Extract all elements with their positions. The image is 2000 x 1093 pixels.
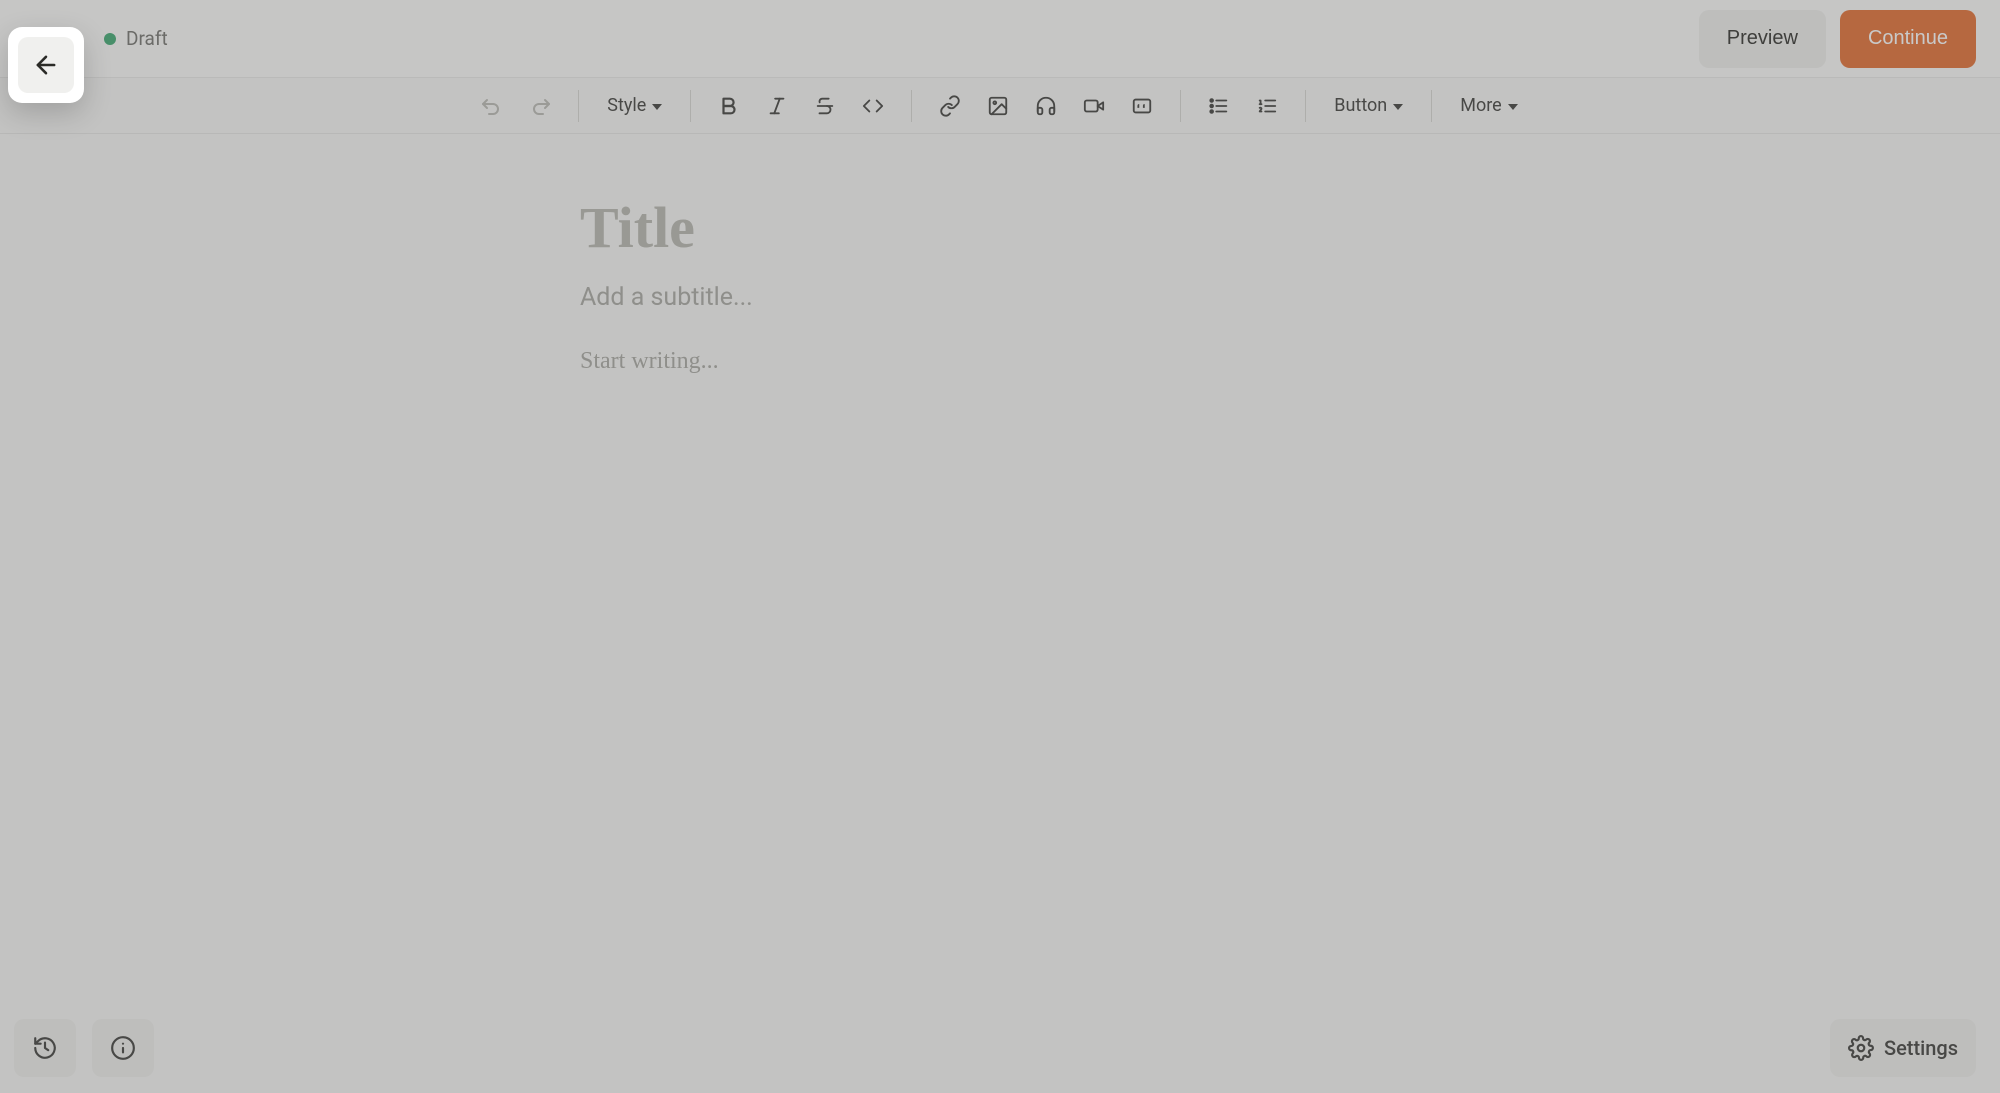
footer-left <box>14 1019 154 1077</box>
status-label: Draft <box>126 27 168 50</box>
toolbar-group-format <box>691 86 911 126</box>
gear-icon <box>1848 1035 1874 1061</box>
undo-icon <box>480 94 504 118</box>
footer-right: Settings <box>1830 1019 1976 1077</box>
link-button[interactable] <box>930 86 970 126</box>
style-dropdown-label: Style <box>607 95 646 116</box>
code-icon <box>862 95 884 117</box>
undo-button[interactable] <box>472 86 512 126</box>
chevron-down-icon <box>1393 104 1403 110</box>
editor-content: Title Add a subtitle... Start writing... <box>540 194 1460 375</box>
image-icon <box>987 95 1009 117</box>
strikethrough-icon <box>814 95 836 117</box>
numbered-list-icon <box>1256 95 1278 117</box>
numbered-list-button[interactable] <box>1247 86 1287 126</box>
code-button[interactable] <box>853 86 893 126</box>
editor-area: Title Add a subtitle... Start writing... <box>0 134 2000 1093</box>
back-button[interactable] <box>18 37 74 93</box>
arrow-left-icon <box>32 51 60 79</box>
more-dropdown-label: More <box>1460 95 1501 116</box>
style-dropdown[interactable]: Style <box>597 86 672 126</box>
body-input[interactable]: Start writing... <box>580 348 1420 375</box>
toolbar-group-insert <box>912 86 1180 126</box>
redo-button[interactable] <box>520 86 560 126</box>
toolbar-group-more: More <box>1432 86 1545 126</box>
editor-header: Draft Preview Continue <box>0 0 2000 78</box>
status-dot-icon <box>104 33 116 45</box>
bold-icon <box>718 95 740 117</box>
header-right: Preview Continue <box>1699 10 1976 68</box>
headphones-icon <box>1035 95 1057 117</box>
history-button[interactable] <box>14 1019 76 1077</box>
video-button[interactable] <box>1074 86 1114 126</box>
back-button-popup <box>8 27 84 103</box>
bullet-list-button[interactable] <box>1199 86 1239 126</box>
strikethrough-button[interactable] <box>805 86 845 126</box>
audio-button[interactable] <box>1026 86 1066 126</box>
image-button[interactable] <box>978 86 1018 126</box>
chevron-down-icon <box>652 104 662 110</box>
header-left: Draft <box>24 27 168 50</box>
history-icon <box>32 1035 58 1061</box>
toolbar-group-list <box>1181 86 1305 126</box>
settings-button-label: Settings <box>1884 1036 1958 1060</box>
button-dropdown[interactable]: Button <box>1324 86 1413 126</box>
quote-icon <box>1131 95 1153 117</box>
toolbar-group-history <box>454 86 578 126</box>
title-input[interactable]: Title <box>580 194 1420 261</box>
bullet-list-icon <box>1208 95 1230 117</box>
help-button[interactable] <box>92 1019 154 1077</box>
quote-button[interactable] <box>1122 86 1162 126</box>
preview-button[interactable]: Preview <box>1699 10 1826 68</box>
toolbar-group-style: Style <box>579 86 690 126</box>
toolbar-group-button: Button <box>1306 86 1431 126</box>
info-icon <box>110 1035 136 1061</box>
redo-icon <box>528 94 552 118</box>
chevron-down-icon <box>1508 104 1518 110</box>
bold-button[interactable] <box>709 86 749 126</box>
settings-button[interactable]: Settings <box>1830 1019 1976 1077</box>
continue-button[interactable]: Continue <box>1840 10 1976 68</box>
draft-status: Draft <box>104 27 168 50</box>
button-dropdown-label: Button <box>1334 95 1387 116</box>
link-icon <box>939 95 961 117</box>
more-dropdown[interactable]: More <box>1450 86 1527 126</box>
italic-icon <box>766 95 788 117</box>
editor-toolbar: Style <box>0 78 2000 134</box>
video-icon <box>1083 95 1105 117</box>
subtitle-input[interactable]: Add a subtitle... <box>580 283 1420 312</box>
italic-button[interactable] <box>757 86 797 126</box>
